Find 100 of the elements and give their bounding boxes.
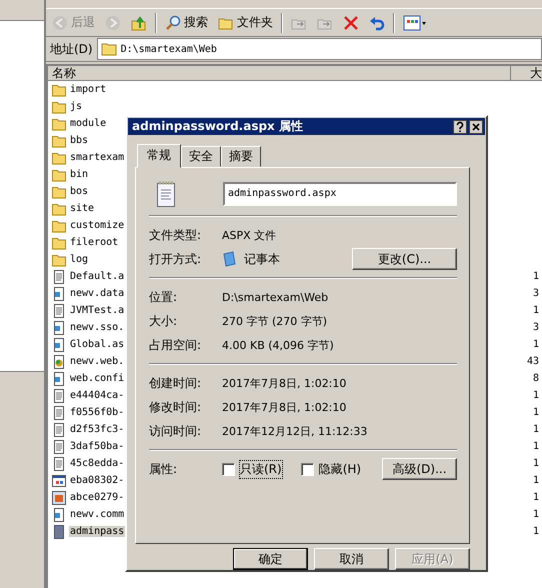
address-label: 地址(D): [50, 40, 93, 58]
file-size: 1: [532, 390, 540, 401]
file-size: 1: [532, 271, 540, 282]
file-name[interactable]: e44404ca-: [69, 390, 126, 401]
file-size: 8: [532, 373, 540, 384]
document-icon: [52, 354, 66, 368]
tab[interactable]: 安全: [181, 146, 221, 168]
file-name[interactable]: web.confi: [69, 373, 126, 384]
file-name[interactable]: customize: [69, 220, 126, 231]
dialog-button[interactable]: 确定: [233, 548, 308, 570]
folder-icon: [52, 236, 66, 250]
document-icon: [52, 304, 66, 318]
field-label: 位置:: [149, 288, 178, 306]
advanced-button[interactable]: 高级(D)...: [382, 458, 457, 480]
folder-icon: [52, 100, 66, 114]
file-size: 1: [532, 339, 540, 350]
file-name[interactable]: bos: [69, 186, 90, 197]
file-size: 1: [532, 424, 540, 435]
column-header[interactable]: 名称: [48, 66, 511, 81]
folder-icon: [100, 42, 117, 56]
file-name[interactable]: smartexam: [69, 152, 126, 163]
document-icon: [52, 388, 66, 402]
file-size: 1: [532, 492, 540, 503]
checkbox-label[interactable]: 只读(R): [239, 460, 283, 479]
delete-icon: [343, 14, 359, 30]
address-field[interactable]: D:\smartexam\Web: [96, 38, 542, 60]
undo-icon: [369, 14, 385, 30]
up-folder-icon: [131, 14, 147, 30]
field-label: 大小:: [149, 312, 178, 330]
file-name-field[interactable]: adminpassword.aspx: [223, 182, 457, 206]
document-icon: [52, 440, 66, 454]
file-name[interactable]: newv.comm: [69, 509, 126, 520]
tab[interactable]: 摘要: [221, 146, 261, 168]
file-name[interactable]: import: [69, 84, 108, 95]
document-icon: [52, 406, 66, 420]
folders-button[interactable]: 文件夹: [216, 14, 275, 31]
file-name[interactable]: module: [69, 118, 108, 129]
folder-icon: [52, 116, 66, 130]
document-icon: [52, 422, 66, 436]
file-name[interactable]: 3daf50ba-: [69, 441, 126, 452]
field-value: 270 字节 (270 字节): [222, 314, 328, 329]
file-name[interactable]: newv.sso.: [69, 322, 126, 333]
file-name[interactable]: newv.data: [69, 288, 126, 299]
views-button[interactable]: [401, 14, 429, 30]
folder-icon: [52, 150, 66, 164]
field-label: 修改时间:: [149, 398, 202, 416]
file-size: 1: [532, 458, 540, 469]
delete-button[interactable]: [341, 14, 361, 30]
file-name[interactable]: bbs: [69, 135, 90, 146]
change-button[interactable]: 更改(C)...: [352, 248, 457, 270]
folder-icon: [52, 218, 66, 232]
search-button[interactable]: 搜索: [163, 14, 210, 31]
checkbox-label[interactable]: 隐藏(H): [318, 460, 362, 479]
folder-icon: [52, 168, 66, 182]
file-name[interactable]: log: [69, 254, 90, 265]
close-icon[interactable]: [469, 120, 483, 134]
file-name[interactable]: 45c8edda-: [69, 458, 126, 469]
help-icon[interactable]: [453, 120, 467, 134]
document-icon: [52, 508, 66, 522]
file-name[interactable]: site: [69, 203, 96, 214]
file-size: 1: [532, 526, 540, 537]
file-size: 1: [532, 509, 540, 520]
file-name[interactable]: Default.a: [69, 271, 126, 282]
file-name[interactable]: Global.as: [69, 339, 126, 350]
field-label: 创建时间:: [149, 374, 202, 392]
checkbox[interactable]: [222, 462, 235, 476]
document-icon: [52, 320, 66, 334]
folder-icon: [52, 134, 66, 148]
file-name[interactable]: bin: [69, 169, 90, 180]
file-name[interactable]: eba08302-: [69, 475, 126, 486]
file-size: 3: [532, 322, 540, 333]
file-name[interactable]: f0556f0b-: [69, 407, 126, 418]
file-name[interactable]: d2f53fc3-: [69, 424, 126, 435]
checkbox[interactable]: [300, 462, 314, 476]
field-value: D:\smartexam\Web: [222, 290, 328, 304]
file-name[interactable]: js: [69, 101, 84, 112]
folder-icon: [52, 184, 66, 198]
file-size: 1: [532, 441, 540, 452]
file-name[interactable]: adminpass: [69, 526, 126, 537]
document-icon: [52, 456, 66, 470]
file-name[interactable]: newv.web.: [69, 356, 126, 367]
window-file-icon: [52, 474, 66, 488]
file-name[interactable]: abce0279-: [69, 492, 126, 503]
file-size: 1: [532, 407, 540, 418]
field-label: 文件类型:: [149, 226, 202, 244]
file-name[interactable]: fileroot: [69, 237, 120, 248]
dialog-title: adminpassword.aspx 属性: [132, 118, 303, 136]
folder-icon: [52, 252, 66, 266]
field-label: 访问时间:: [149, 422, 202, 440]
field-value: 4.00 KB (4,096 字节): [222, 338, 334, 353]
tab[interactable]: 常规: [137, 144, 181, 168]
file-name[interactable]: JVMTest.a: [69, 305, 126, 316]
field-value: 记事本: [244, 250, 280, 268]
column-header[interactable]: 大: [511, 66, 542, 81]
folder-icon: [52, 202, 66, 216]
dialog-button[interactable]: 取消: [314, 548, 389, 570]
field-value: 2017年7月8日, 1:02:10: [222, 400, 346, 415]
document-icon: [52, 286, 66, 300]
file-size: 3: [532, 288, 540, 299]
file-size: 43: [526, 356, 540, 367]
